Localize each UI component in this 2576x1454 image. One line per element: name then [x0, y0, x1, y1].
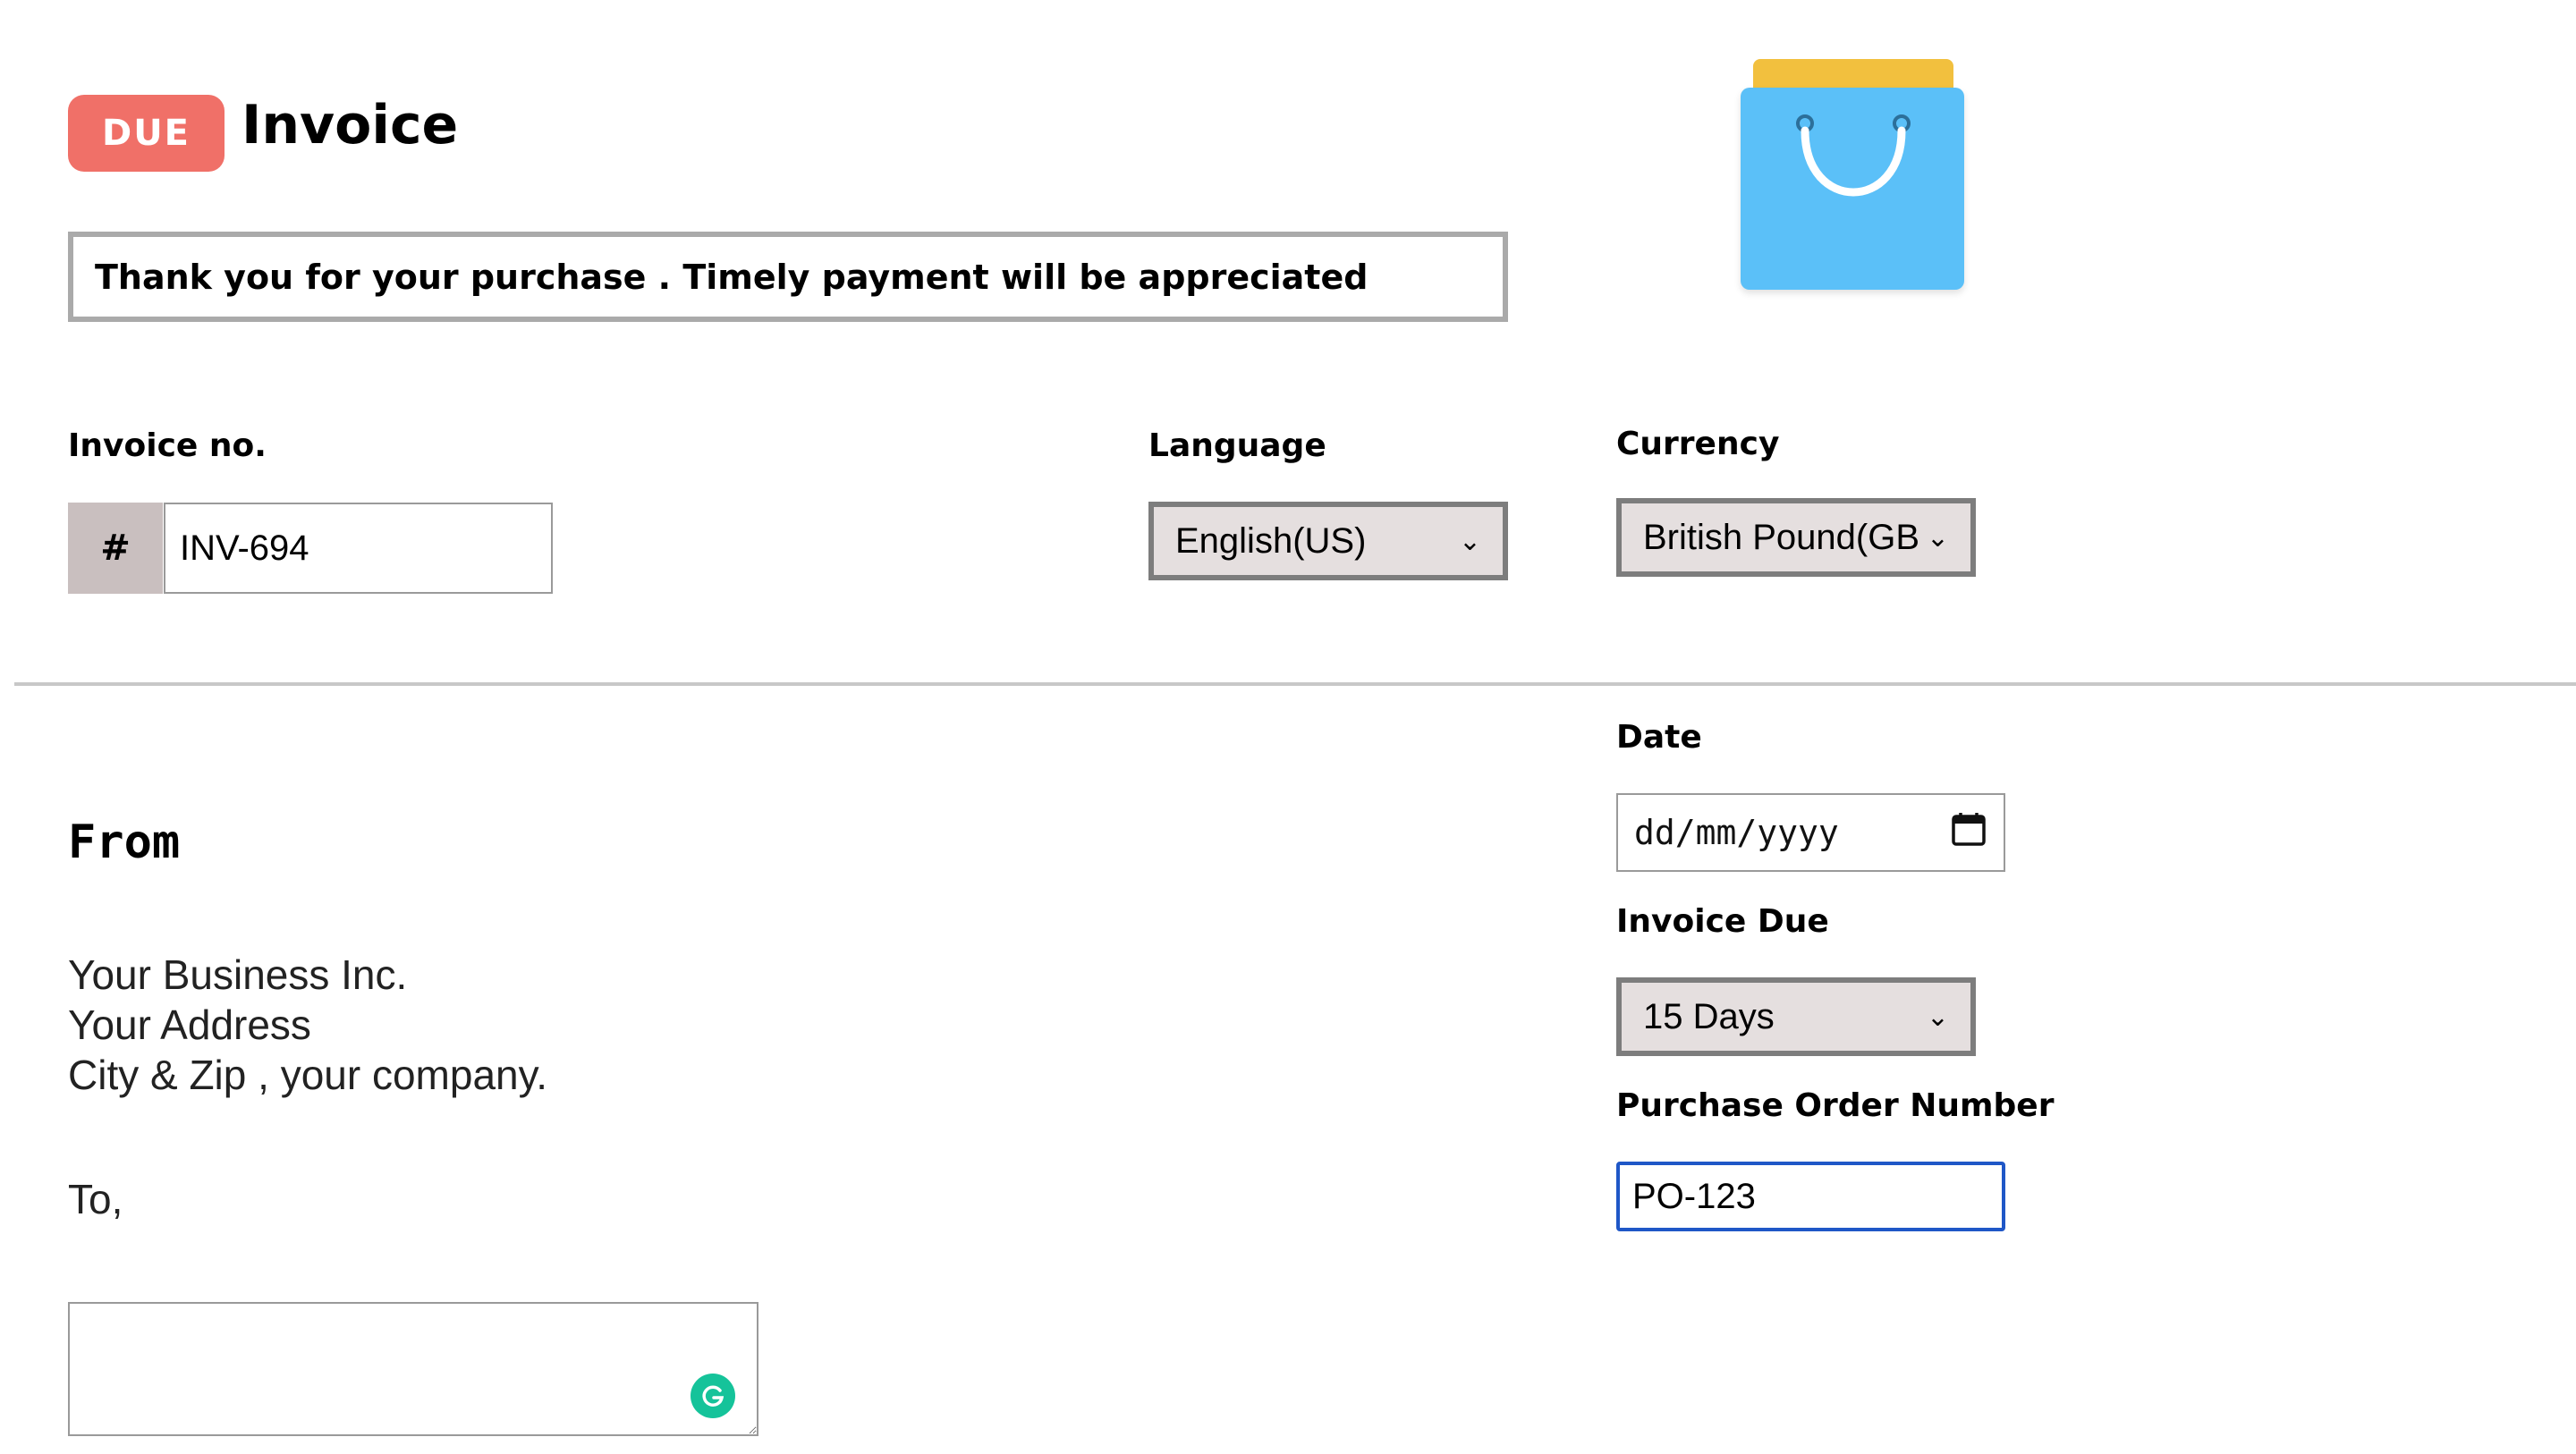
- currency-label: Currency: [1616, 426, 1780, 462]
- language-select[interactable]: English(US) ⌄: [1148, 502, 1508, 580]
- hash-prefix: #: [68, 503, 163, 594]
- date-placeholder: dd/mm/yyyy: [1634, 813, 1839, 852]
- invoice-no-label: Invoice no.: [68, 427, 267, 464]
- date-input[interactable]: dd/mm/yyyy: [1616, 793, 2005, 872]
- currency-select[interactable]: British Pound(GBP) ⌄: [1616, 498, 1976, 577]
- thank-you-message[interactable]: Thank you for your purchase . Timely pay…: [68, 232, 1508, 322]
- address-line: Your Business Inc.: [68, 951, 408, 998]
- invoice-no-input[interactable]: [164, 503, 553, 594]
- section-divider: [14, 682, 2576, 686]
- due-badge: DUE: [68, 95, 225, 172]
- invoice-due-select[interactable]: 15 Days ⌄: [1616, 977, 1976, 1056]
- calendar-icon[interactable]: [1950, 810, 1987, 856]
- currency-select-value: British Pound(GBP): [1643, 517, 1919, 557]
- from-heading: From: [68, 816, 181, 869]
- address-line: Your Address: [68, 1002, 311, 1048]
- date-label: Date: [1616, 719, 1702, 756]
- language-label: Language: [1148, 427, 1326, 464]
- invoice-due-label: Invoice Due: [1616, 903, 1829, 940]
- shopping-bag-icon: [1741, 55, 1968, 297]
- chevron-down-icon: ⌄: [1926, 522, 1949, 553]
- to-textarea[interactable]: [68, 1302, 758, 1436]
- from-address: Your Business Inc. Your Address City & Z…: [68, 950, 547, 1100]
- grammarly-icon[interactable]: [691, 1374, 735, 1418]
- invoice-due-select-value: 15 Days: [1643, 996, 1775, 1036]
- chevron-down-icon: ⌄: [1458, 526, 1481, 556]
- page-title: Invoice: [242, 94, 459, 156]
- to-label: To,: [68, 1176, 123, 1222]
- language-select-value: English(US): [1175, 520, 1367, 561]
- chevron-down-icon: ⌄: [1926, 1002, 1949, 1032]
- address-line: City & Zip , your company.: [68, 1052, 547, 1098]
- po-number-input[interactable]: [1616, 1162, 2005, 1231]
- po-number-label: Purchase Order Number: [1616, 1087, 2055, 1124]
- bag-body: [1741, 88, 1964, 290]
- thank-you-message-text: Thank you for your purchase . Timely pay…: [95, 257, 1368, 297]
